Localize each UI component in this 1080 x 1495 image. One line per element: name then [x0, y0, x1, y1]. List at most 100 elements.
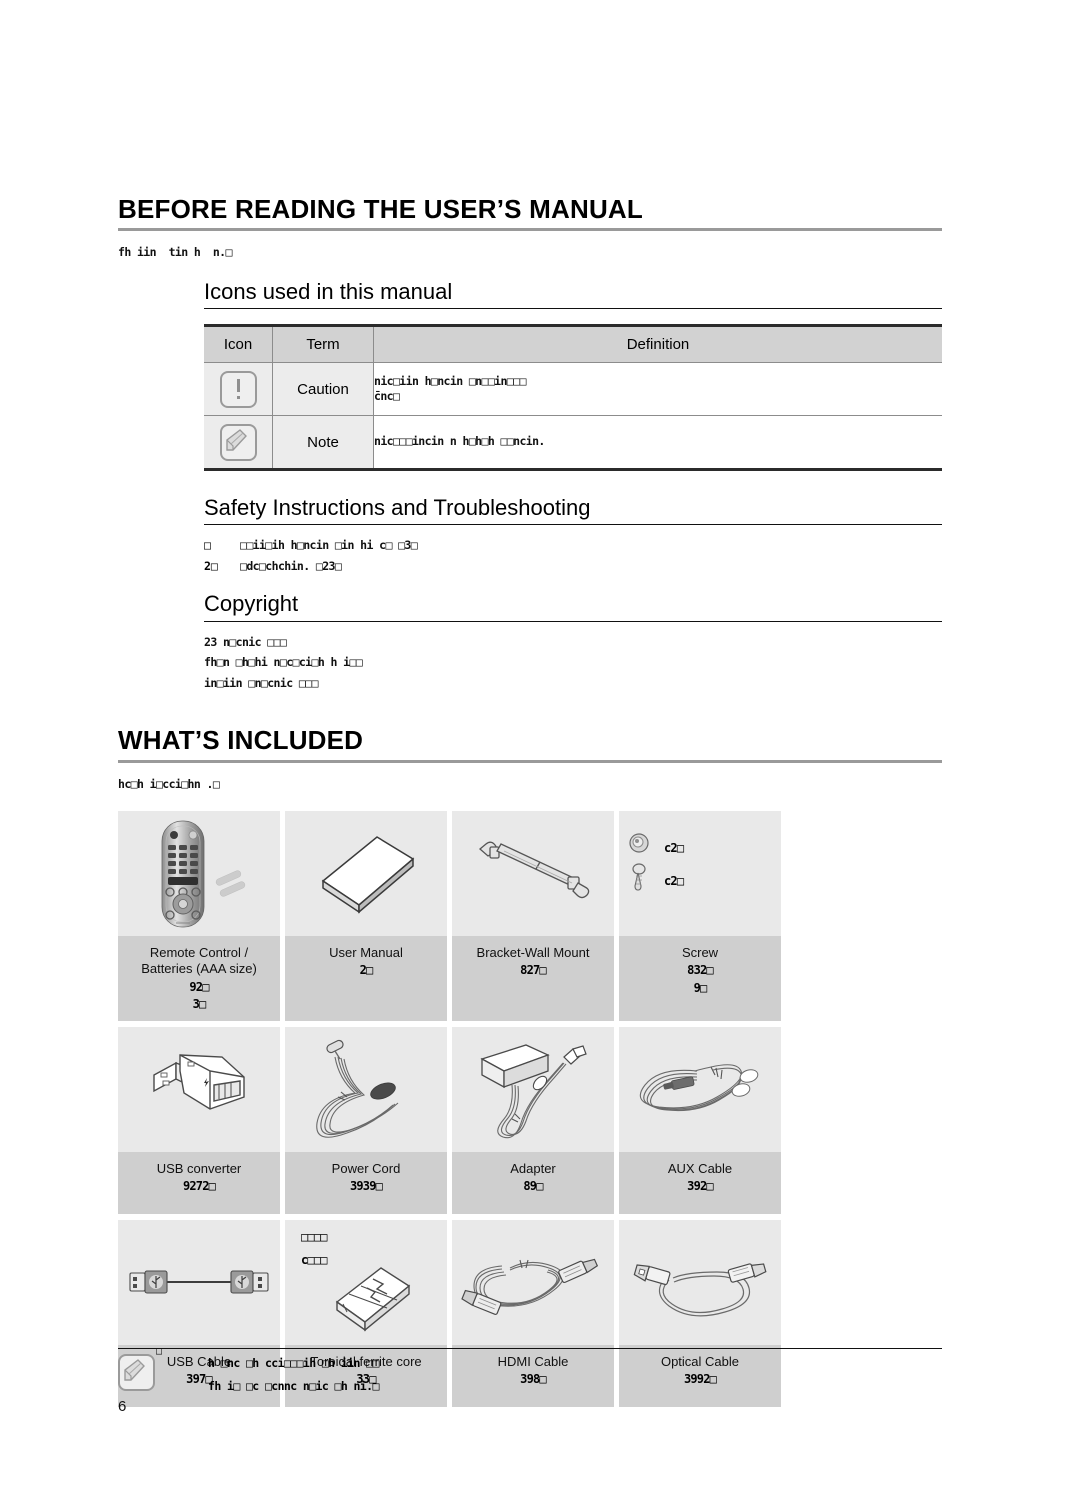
accessory-label: USB converter — [156, 1161, 242, 1177]
note-icon-cell — [204, 415, 273, 470]
ferrite-core-codes: □□□□ c□□□ — [301, 1226, 327, 1272]
aux-cable-image — [619, 1027, 781, 1153]
footer-note-line: fh i□ □c □cnnc n□ic □h ni.□ — [208, 1379, 379, 1393]
page-number: 6 — [118, 1398, 127, 1415]
subsection-safety-instructions: Safety Instructions and Troubleshooting … — [204, 495, 942, 574]
usb-converter-image — [118, 1027, 280, 1153]
column-header-term: Term — [272, 325, 374, 364]
accessory-cell-adapter: Adapter 89□ — [452, 1027, 614, 1215]
footer-note: □ h □nc □h cci□□□ih □h iin □□ fh i□ □c □… — [118, 1346, 942, 1398]
user-manual-caption: User Manual 2□ — [285, 936, 447, 1022]
accessory-label: Bracket-Wall Mount — [476, 945, 590, 961]
accessory-code: 3939□ — [349, 1179, 383, 1194]
caution-definition-line-1: nic□iin h□ncin □n□□in□□□ — [374, 373, 526, 388]
table-row-caution: Caution nic□iin h□ncin □n□□in□□□ c̄nc□ — [204, 362, 942, 417]
copyright-body: 23 n□cnic □□□ fh□n □h□hi n□c□ci□h h i□□ … — [204, 635, 942, 692]
accessory-cell-power-cord: Power Cord 3939□ — [285, 1027, 447, 1215]
section-heading-whats-included: WHAT’S INCLUDED — [118, 727, 942, 763]
usb-cable-image — [118, 1220, 280, 1346]
wall-bracket-image — [452, 811, 614, 937]
table-row-note: Note nic□□□incin n h□h□h □□ncin. — [204, 415, 942, 470]
caution-definition-line-2: c̄nc□ — [374, 389, 400, 404]
note-icon — [219, 423, 257, 461]
note-term-cell: Note — [272, 415, 374, 470]
bracket-wall-mount-caption: Bracket-Wall Mount 827□ — [452, 936, 614, 1022]
caution-icon-cell — [204, 362, 273, 417]
accessory-label: Remote Control / Batteries (AAA size) — [141, 945, 257, 977]
section-whats-included: WHAT’S INCLUDED hc□h i□cci□hn .□ Remote … — [118, 727, 942, 1408]
accessory-code: 2□ — [359, 963, 374, 978]
ferrite-code-line: c□□□ — [301, 1252, 327, 1267]
footer-note-line: h □nc □h cci□□□ih □h iin □□ — [208, 1356, 379, 1370]
accessory-code: 392□ — [687, 1179, 714, 1194]
aux-cable-caption: AUX Cable 392□ — [619, 1152, 781, 1215]
accessory-code: 832□ — [687, 963, 714, 978]
subheading-copyright: Copyright — [204, 591, 942, 622]
bullet-text: □□ii□ih h□ncin □in hi c□ □3□ — [240, 538, 418, 553]
column-header-definition: Definition — [373, 325, 942, 364]
subheading-safety-instructions-and-troubleshooting: Safety Instructions and Troubleshooting — [204, 495, 942, 526]
accessory-code: 92□ — [189, 979, 209, 994]
copyright-line-2: fh□n □h□hi n□c□ci□h h i□□ — [204, 655, 363, 670]
accessory-cell-usb-converter: USB converter 9272□ — [118, 1027, 280, 1215]
hdmi-cable-image — [452, 1220, 614, 1346]
column-header-icon: Icon — [204, 325, 273, 364]
screw-mini-codes: c2□ c2□ — [631, 841, 684, 899]
note-definition-line-1: nic□□□incin n h□h□h □□ncin. — [374, 434, 545, 449]
accessory-code: 3□ — [192, 997, 207, 1012]
screw-mini-code: c2□ — [664, 874, 684, 889]
section1-intro-text: fh iin tin h n.□ — [118, 245, 232, 260]
caution-definition-cell: nic□iin h□ncin □n□□in□□□ c̄nc□ — [373, 362, 942, 417]
caution-term-cell: Caution — [272, 362, 374, 417]
note-icon — [118, 1354, 155, 1391]
usb-converter-caption: USB converter 9272□ — [118, 1152, 280, 1215]
accessory-cell-user-manual: User Manual 2□ — [285, 811, 447, 1022]
adapter-caption: Adapter 89□ — [452, 1152, 614, 1215]
screw-mini-row: c2□ — [631, 874, 684, 889]
copyright-line-3: in□iin □n□cnic □□□ — [204, 675, 318, 690]
list-item: 2□ □dc□chchin. □23□ — [204, 559, 942, 575]
adapter-image — [452, 1027, 614, 1153]
ferrite-core-image: □□□□ c□□□ — [285, 1220, 447, 1346]
screw-image: c2□ c2□ — [619, 811, 781, 937]
accessory-label: Adapter — [510, 1161, 556, 1177]
subsection-icons-used: Icons used in this manual Icon Term Defi… — [204, 279, 942, 472]
icons-table: Icon Term Definition Caution nic□iin h□n… — [204, 324, 942, 472]
remote-control-caption: Remote Control / Batteries (AAA size) 92… — [118, 936, 280, 1022]
accessory-cell-screw: c2□ c2□ Screw 832□ 9□ — [619, 811, 781, 1022]
caution-icon — [219, 370, 257, 408]
accessory-code: 9□ — [693, 981, 708, 996]
remote-control-image — [118, 811, 280, 937]
accessory-cell-aux-cable: AUX Cable 392□ — [619, 1027, 781, 1215]
accessory-code: 827□ — [520, 963, 547, 978]
accessories-grid: Remote Control / Batteries (AAA size) 92… — [118, 811, 942, 1408]
note-definition-cell: nic□□□incin n h□h□h □□ncin. — [373, 415, 942, 470]
power-cord-image — [285, 1027, 447, 1153]
accessory-label: AUX Cable — [667, 1161, 733, 1177]
accessory-label: Power Cord — [331, 1161, 401, 1177]
bullet-text: □dc□chchin. □23□ — [240, 558, 342, 573]
accessory-label: User Manual — [329, 945, 403, 961]
page-content: BEFORE READING THE USER’S MANUAL fh iin … — [118, 195, 942, 1408]
user-manual-image — [285, 811, 447, 937]
bullet-marker: 2□ — [204, 558, 218, 573]
subsection-copyright: Copyright 23 n□cnic □□□ fh□n □h□hi n□c□c… — [204, 591, 942, 691]
table-header-row: Icon Term Definition — [204, 325, 942, 364]
bullet-marker: □ — [204, 538, 211, 553]
subheading-icons-used-in-this-manual: Icons used in this manual — [204, 279, 942, 310]
screw-caption: Screw 832□ 9□ — [619, 936, 781, 1022]
screw-mini-row: c2□ — [631, 841, 684, 856]
accessory-cell-bracket-wall-mount: Bracket-Wall Mount 827□ — [452, 811, 614, 1022]
accessory-code: 89□ — [523, 1179, 543, 1194]
accessory-label: Screw — [681, 945, 719, 961]
power-cord-caption: Power Cord 3939□ — [285, 1152, 447, 1215]
section-heading-before-reading: BEFORE READING THE USER’S MANUAL — [118, 195, 942, 232]
section2-intro-text: hc□h i□cci□hn .□ — [118, 776, 220, 791]
footer-note-marker: □ — [156, 1346, 163, 1357]
optical-cable-image — [619, 1220, 781, 1346]
copyright-line-1: 23 n□cnic □□□ — [204, 634, 287, 649]
footer-note-text: h □nc □h cci□□□ih □h iin □□ fh i□ □c □cn… — [208, 1352, 379, 1398]
list-item: □ □□ii□ih h□ncin □in hi c□ □3□ — [204, 538, 942, 554]
screw-mini-code: c2□ — [664, 841, 684, 856]
ferrite-code-line: □□□□ — [301, 1230, 327, 1245]
